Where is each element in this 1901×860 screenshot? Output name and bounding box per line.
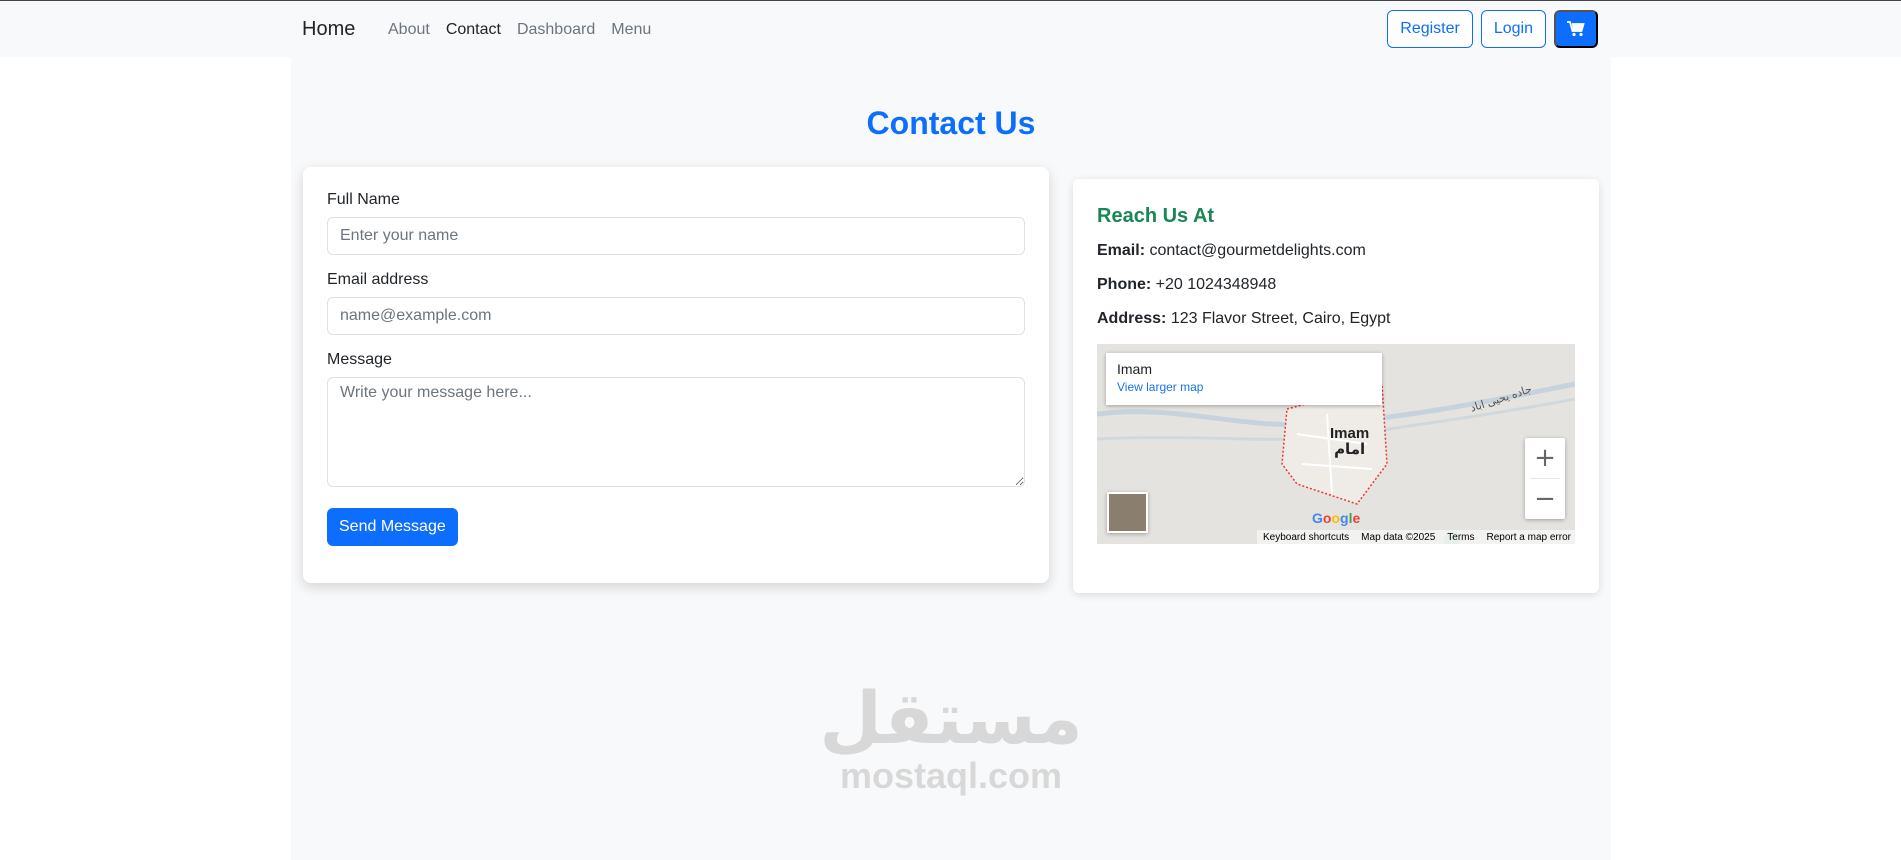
info-phone-value: +20 1024348948 bbox=[1155, 276, 1277, 293]
contact-form-card: Full Name Email address Message Send Mes… bbox=[303, 167, 1049, 583]
page-title: Contact Us bbox=[866, 105, 1036, 141]
info-email: Email: contact@gourmetdelights.com bbox=[1097, 242, 1575, 260]
message-textarea[interactable] bbox=[327, 377, 1025, 487]
info-email-value: contact@gourmetdelights.com bbox=[1149, 242, 1366, 259]
login-button[interactable]: Login bbox=[1480, 10, 1546, 48]
keyboard-shortcuts-link[interactable]: Keyboard shortcuts bbox=[1263, 532, 1349, 543]
navbar: Home About Contact Dashboard Menu Regist… bbox=[0, 1, 1901, 57]
report-map-error-link[interactable]: Report a map error bbox=[1487, 532, 1571, 543]
map-place-name: Imam bbox=[1117, 361, 1152, 377]
map-label-en: Imam bbox=[1330, 425, 1370, 442]
info-title: Reach Us At bbox=[1097, 205, 1215, 227]
brand-home-link[interactable]: Home bbox=[302, 18, 355, 41]
contact-info-card: Reach Us At Email: contact@gourmetdeligh… bbox=[1073, 179, 1599, 593]
nav-link-contact[interactable]: Contact bbox=[438, 21, 509, 39]
map-info-box: Imam View larger map bbox=[1106, 353, 1382, 405]
satellite-toggle-button[interactable] bbox=[1107, 492, 1148, 533]
full-name-label: Full Name bbox=[327, 191, 400, 208]
message-label: Message bbox=[327, 351, 392, 368]
view-larger-map-link[interactable]: View larger map bbox=[1117, 380, 1371, 394]
info-phone: Phone: +20 1024348948 bbox=[1097, 276, 1575, 294]
nav-link-about[interactable]: About bbox=[380, 21, 438, 39]
cart-button[interactable] bbox=[1554, 10, 1598, 48]
cart-icon bbox=[1567, 21, 1585, 37]
register-button[interactable]: Register bbox=[1387, 10, 1473, 48]
map-footer: Keyboard shortcuts Map data ©2025 Terms … bbox=[1257, 530, 1575, 544]
info-address: Address: 123 Flavor Street, Cairo, Egypt bbox=[1097, 310, 1575, 328]
embedded-map[interactable]: Imam امام جاده یحیی اباد Imam View larger… bbox=[1097, 344, 1575, 544]
email-label: Email address bbox=[327, 271, 429, 288]
map-label-ar: امام bbox=[1334, 441, 1366, 458]
nav-actions: Register Login bbox=[1387, 10, 1598, 48]
map-place-label: Imam امام bbox=[1330, 426, 1369, 458]
map-zoom-control: + − bbox=[1525, 438, 1565, 519]
main-content: Contact Us Full Name Email address Messa… bbox=[291, 57, 1611, 860]
nav-links: About Contact Dashboard Menu bbox=[380, 21, 659, 39]
navbar-container: Home About Contact Dashboard Menu Regist… bbox=[290, 1, 1610, 57]
send-message-button[interactable]: Send Message bbox=[327, 508, 458, 546]
google-logo: Google bbox=[1312, 510, 1361, 526]
info-phone-label: Phone: bbox=[1097, 276, 1152, 293]
info-address-label: Address: bbox=[1097, 310, 1167, 327]
map-data-text: Map data ©2025 bbox=[1361, 531, 1436, 543]
watermark: مستقل mostaql.com bbox=[691, 680, 1211, 796]
watermark-arabic: مستقل bbox=[819, 676, 1083, 760]
info-email-label: Email: bbox=[1097, 242, 1146, 259]
zoom-out-button[interactable]: − bbox=[1525, 479, 1565, 519]
email-input[interactable] bbox=[327, 297, 1025, 335]
watermark-latin: mostaql.com bbox=[839, 755, 1063, 796]
nav-link-menu[interactable]: Menu bbox=[603, 21, 659, 39]
terms-link[interactable]: Terms bbox=[1447, 532, 1474, 543]
nav-link-dashboard[interactable]: Dashboard bbox=[509, 21, 603, 39]
info-address-value: 123 Flavor Street, Cairo, Egypt bbox=[1170, 310, 1391, 327]
full-name-input[interactable] bbox=[327, 217, 1025, 255]
zoom-in-button[interactable]: + bbox=[1525, 438, 1565, 478]
